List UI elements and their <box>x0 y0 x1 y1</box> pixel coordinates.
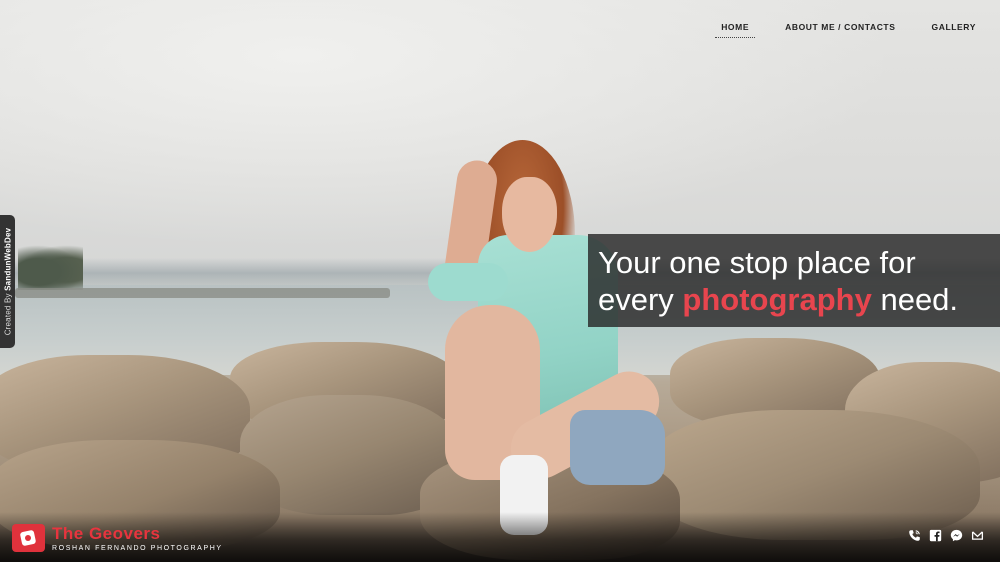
brand-tagline: ROSHAN FERNANDO PHOTOGRAPHY <box>52 544 223 552</box>
phone-icon[interactable] <box>908 529 921 542</box>
camera-logo-icon <box>12 524 45 552</box>
main-nav: HOME ABOUT ME / CONTACTS GALLERY <box>715 0 1000 38</box>
messenger-icon[interactable] <box>950 529 963 542</box>
model-photo <box>420 135 690 555</box>
footer-bar: The Geovers ROSHAN FERNANDO PHOTOGRAPHY <box>0 512 1000 562</box>
tagline-line-1: Your one stop place for <box>598 245 916 280</box>
brand-name: The Geovers <box>52 523 161 543</box>
distant-trees <box>18 245 83 290</box>
social-links <box>908 529 984 542</box>
nav-home[interactable]: HOME <box>715 22 756 38</box>
creator-credit-tab[interactable]: Created By SandunWebDev <box>0 215 15 348</box>
pier <box>15 288 390 298</box>
creator-credit-text: Created By SandunWebDev <box>3 227 13 336</box>
tagline-highlight: photography <box>682 282 872 317</box>
brand[interactable]: The Geovers ROSHAN FERNANDO PHOTOGRAPHY <box>12 524 223 552</box>
mail-icon[interactable] <box>971 529 984 542</box>
facebook-icon[interactable] <box>929 529 942 542</box>
tagline-line-2: every photography need. <box>598 282 959 317</box>
nav-gallery[interactable]: GALLERY <box>926 22 983 38</box>
nav-about-contacts[interactable]: ABOUT ME / CONTACTS <box>779 22 901 38</box>
hero-tagline: Your one stop place for every photograph… <box>588 234 1000 327</box>
